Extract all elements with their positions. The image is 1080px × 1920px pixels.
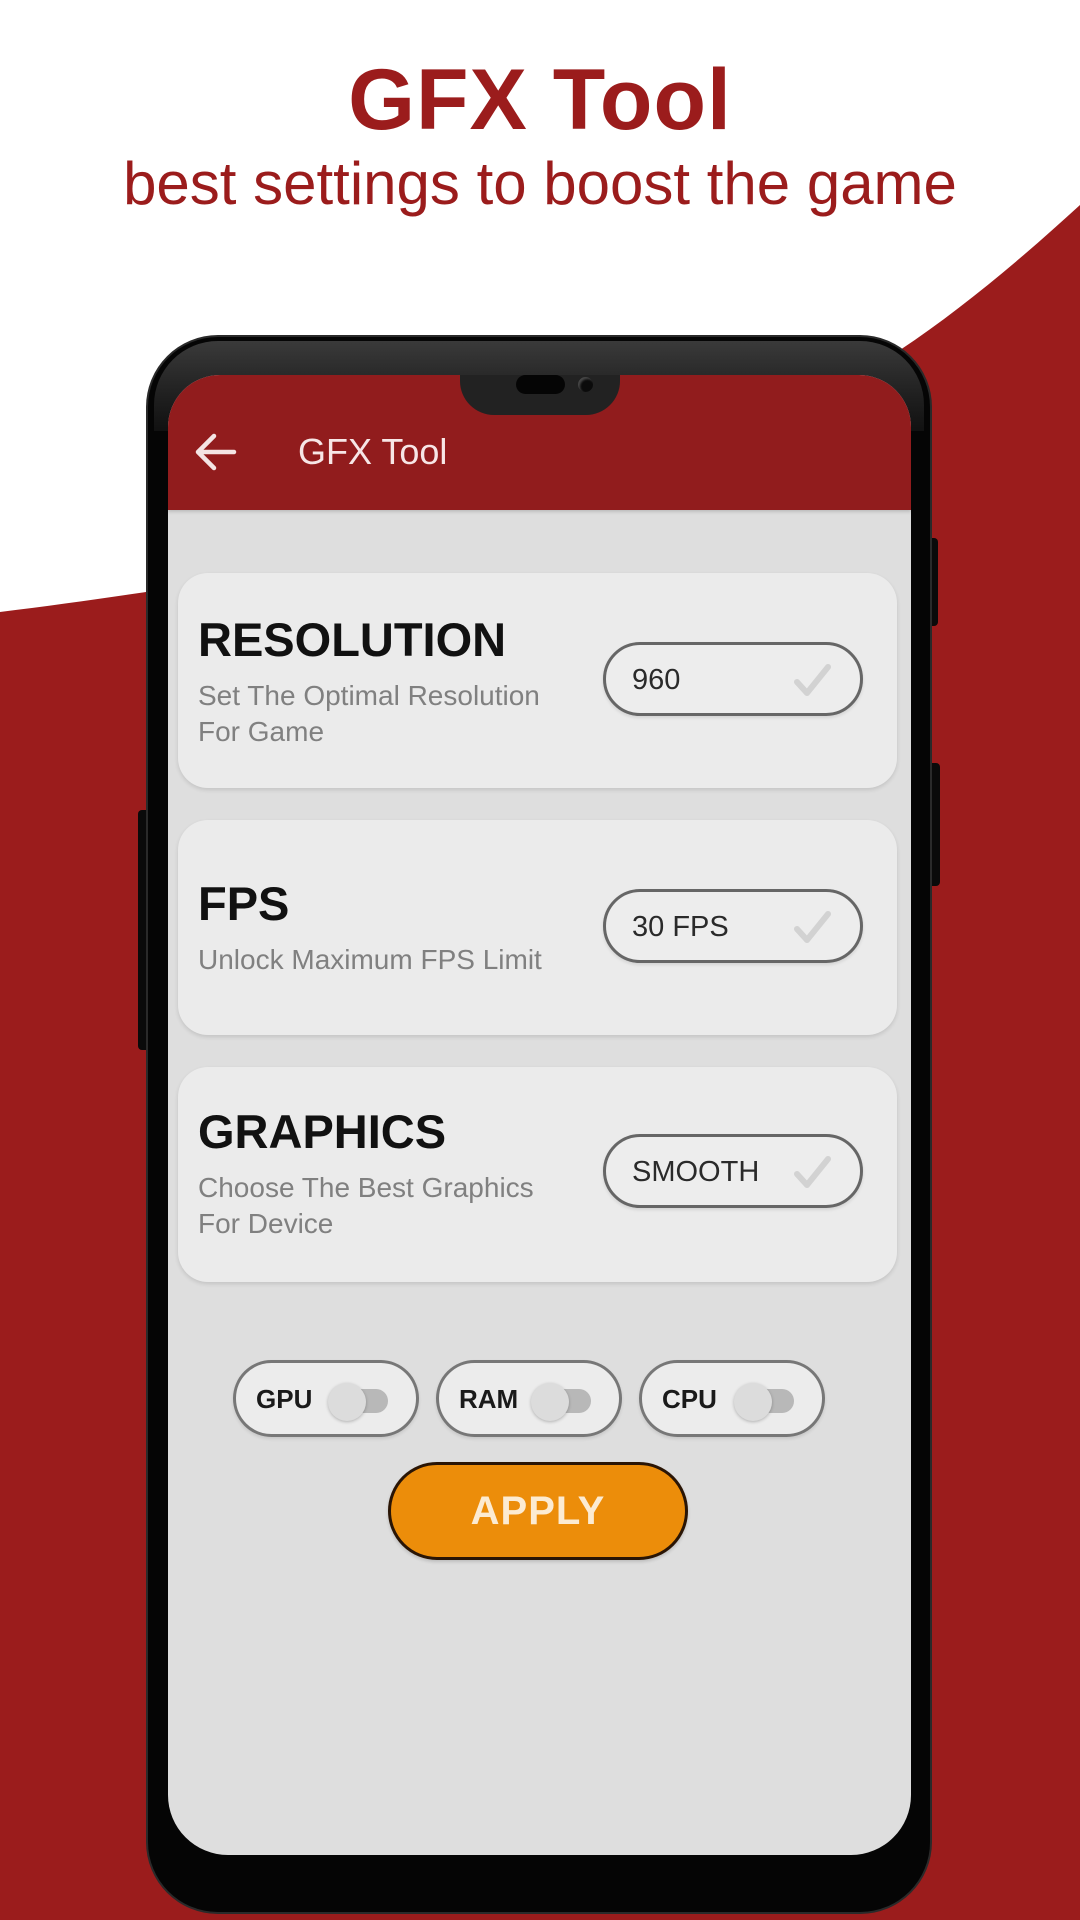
toggle-cpu: CPU (639, 1360, 825, 1437)
setting-card-resolution: RESOLUTION Set The Optimal Resolution Fo… (178, 573, 897, 788)
setting-description: Set The Optimal Resolution For Game (198, 680, 540, 747)
gpu-switch[interactable] (328, 1383, 390, 1421)
setting-title: FPS (198, 877, 290, 930)
ram-switch[interactable] (531, 1383, 593, 1421)
checkmark-icon (794, 1156, 831, 1188)
toggle-label: RAM (459, 1384, 519, 1414)
toggle-gpu: GPU (233, 1360, 419, 1437)
apply-label: APPLY (470, 1488, 606, 1533)
front-camera (578, 377, 593, 392)
cpu-switch[interactable] (734, 1383, 796, 1421)
toggle-label: GPU (256, 1384, 313, 1414)
switch-thumb (531, 1383, 569, 1421)
earpiece-speaker (516, 375, 565, 394)
switch-thumb (734, 1383, 772, 1421)
app-title: GFX Tool (298, 431, 448, 472)
setting-card-graphics: GRAPHICS Choose The Best Graphics For De… (178, 1067, 897, 1282)
resolution-value: 960 (632, 664, 681, 696)
phone-screen: GFX Tool RESOLUTION Set The Optimal Reso… (168, 375, 911, 1855)
promo-title: GFX Tool (348, 52, 732, 148)
setting-title: GRAPHICS (198, 1105, 447, 1158)
back-button[interactable] (190, 427, 240, 477)
promo-subtitle: best settings to boost the game (123, 150, 957, 217)
checkmark-icon (794, 664, 831, 696)
setting-description: Unlock Maximum FPS Limit (198, 944, 542, 975)
setting-title: RESOLUTION (198, 613, 507, 666)
switch-thumb (328, 1383, 366, 1421)
graphics-select[interactable]: SMOOTH (603, 1134, 863, 1208)
setting-description: Choose The Best Graphics For Device (198, 1172, 534, 1239)
fps-select[interactable]: 30 FPS (603, 889, 863, 963)
graphics-value: SMOOTH (632, 1156, 760, 1188)
resolution-select[interactable]: 960 (603, 642, 863, 716)
setting-card-fps: FPS Unlock Maximum FPS Limit 30 FPS (178, 820, 897, 1035)
phone-notch (460, 375, 620, 415)
arrow-left-icon (195, 433, 237, 471)
fps-value: 30 FPS (632, 911, 729, 943)
apply-button[interactable]: APPLY (388, 1462, 688, 1560)
toggle-ram: RAM (436, 1360, 622, 1437)
checkmark-icon (794, 911, 831, 943)
phone-mockup: GFX Tool RESOLUTION Set The Optimal Reso… (148, 337, 930, 1912)
toggle-label: CPU (662, 1384, 717, 1414)
